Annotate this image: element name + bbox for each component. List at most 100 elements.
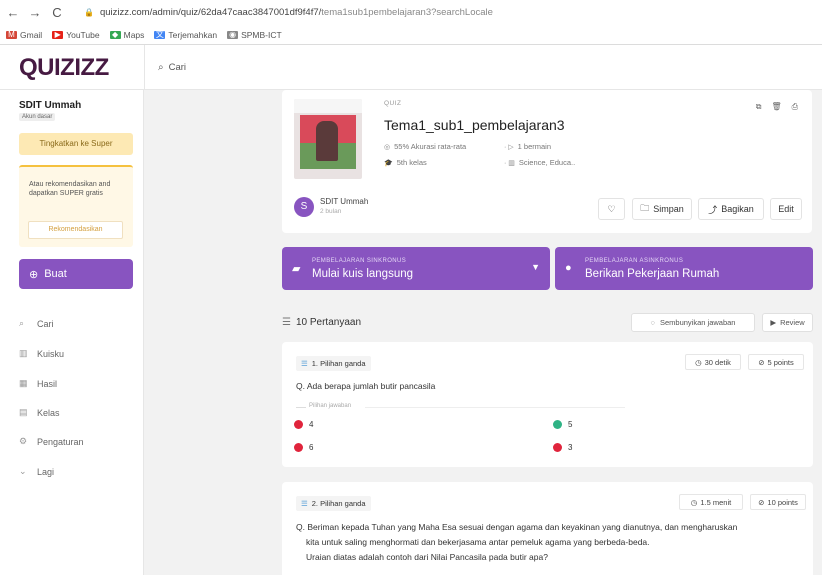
like-button[interactable]: ♡ [598,198,625,220]
forward-icon[interactable]: → [26,5,44,20]
review-button[interactable]: ▶ Review [762,313,813,332]
bookmark-maps[interactable]: ◆ Maps [109,30,144,40]
share-button[interactable]: ⤴ Bagikan [698,198,764,220]
bookmarks-bar: M Gmail ▶ YouTube ◆ Maps 文 Terjemahkan ◉… [0,25,822,45]
question-type-label: 1. Pilihan ganda [311,359,366,368]
points-chip: ⊘ 10 points [750,494,806,510]
answer-choices-label: Pilihan jawaban [309,403,352,409]
played-meta: · ▷ 1 bermain [504,142,551,151]
bookmark-label: Gmail [20,29,43,40]
search-icon: ⌕ [19,318,25,328]
book-icon: · ▥ [504,159,515,167]
clock-icon: ● [565,262,572,274]
answer-choice: 4 [294,420,313,429]
sidebar-item-reports[interactable]: ▦ Hasil [19,378,57,389]
trash-icon[interactable]: 🗑 [771,102,781,112]
browser-toolbar: ← → C 🔒 quizizz.com/admin/quiz/62da47caa… [0,0,822,25]
reload-icon[interactable]: C [48,5,66,20]
question-prefix: Q. [296,522,308,532]
sidebar-item-more[interactable]: ⌄ Lagi [19,466,54,477]
question-text: Q. Beriman kepada Tuhan yang Maha Esa se… [296,520,806,565]
sidebar-item-search[interactable]: ⌕ Cari [19,318,54,329]
recommend-text: Atau rekomendasikan and dapatkan SUPER g… [29,181,111,197]
time-chip: ◷ 30 detik [685,354,741,370]
accuracy-text: 55% Akurasi rata-rata [394,142,467,151]
grade-meta: 🎓 5th kelas [384,158,427,167]
bookmark-translate[interactable]: 文 Terjemahkan [154,30,217,40]
answer-text: 6 [309,443,314,452]
edit-button[interactable]: Edit [770,198,802,220]
question-card[interactable]: ☰ 1. Pilihan ganda ◷ 30 detik ⊘ 5 points… [282,342,813,467]
question-type: ☰ 2. Pilihan ganda [296,496,371,511]
print-icon[interactable]: ⎙ [792,102,798,112]
quiz-thumbnail[interactable] [294,99,362,179]
check-circle-icon: ⊘ [758,357,765,367]
folder-icon: 🗀 [640,203,650,213]
grade-text: 5th kelas [396,158,427,167]
target-icon: ◎ [384,143,391,151]
maps-icon: ◆ [109,30,121,39]
review-label: Review [780,318,805,327]
settings-icon: ⚙ [19,436,28,446]
back-icon[interactable]: ← [4,5,22,20]
copy-icon[interactable]: ⧉ [756,102,762,112]
thumb-figure [316,121,338,161]
bookmark-youtube[interactable]: ▶ YouTube [52,30,100,40]
bookmark-spmb[interactable]: ◉ SPMB-ICT [227,30,282,40]
sidebar-item-settings[interactable]: ⚙ Pengaturan [19,436,84,447]
share-icon: ⤴ [708,204,718,215]
graduation-cap-icon: 🎓 [384,159,393,167]
search-placeholder: Cari [168,62,187,73]
question-line: kita untuk saling menghormati dan bekerj… [306,537,650,547]
question-count-label: 10 Pertanyaan [295,317,362,328]
bookmark-label: SPMB-ICT [241,29,282,40]
main-content: QUIZ Tema1_sub1_pembelajaran3 ◎ 55% Akur… [145,90,822,575]
sidebar-item-classes[interactable]: ▤ Kelas [19,407,60,418]
chevron-down-icon[interactable]: ▼ [531,262,540,272]
upgrade-button[interactable]: Tingkatkan ke Super [19,133,133,155]
address-bar[interactable]: 🔒 quizizz.com/admin/quiz/62da47caac38470… [84,7,493,18]
check-circle-icon: ⊘ [758,497,765,507]
recommend-box: Atau rekomendasikan and dapatkan SUPER g… [19,165,133,247]
search-input[interactable]: ⌕ Cari [158,62,186,73]
async-sub-label: PEMBELAJARAN ASINKRONUS [585,258,684,264]
question-line: Uraian diatas adalah contoh dari Nilai P… [306,552,548,562]
clock-icon: ◷ [690,497,698,507]
save-label: Simpan [653,204,684,214]
app-header: QUIZIZZ ⌕ Cari [0,45,822,90]
hide-answers-button[interactable]: ◌ Sembunyikan jawaban [631,313,755,332]
search-icon: ⌕ [158,62,164,73]
thumb-band [294,99,362,113]
quizizz-logo[interactable]: QUIZIZZ [19,54,109,82]
incorrect-dot-icon [553,443,562,452]
sidebar-item-label: Hasil [37,378,58,389]
chevron-down-icon: ⌄ [19,466,27,476]
assign-homework-button[interactable]: ● PEMBELAJARAN ASINKRONUS Berikan Pekerj… [555,247,813,290]
subject-text: Science, Educa.. [518,158,576,167]
live-quiz-button[interactable]: ▰ PEMBELAJARAN SINKRONUS Mulai kuis lang… [282,247,550,290]
points-label: 5 points [767,357,794,367]
question-body: Beriman kepada Tuhan yang Maha Esa sesua… [307,522,738,532]
create-button[interactable]: ⊕ Buat [19,259,133,289]
quiz-info-card: QUIZ Tema1_sub1_pembelajaran3 ◎ 55% Akur… [282,90,812,233]
async-main-label: Berikan Pekerjaan Rumah [585,268,720,280]
create-label: Buat [44,268,67,280]
play-icon: ▶ [770,318,777,327]
save-button[interactable]: 🗀 Simpan [632,198,692,220]
account-type-badge: Akun dasar [19,113,56,121]
creator-name[interactable]: SDIT Ummah [320,197,368,206]
question-count: ☰ 10 Pertanyaan [282,317,361,328]
points-label: 10 points [767,497,798,507]
bookmark-gmail[interactable]: M Gmail [6,30,42,40]
correct-dot-icon [553,420,562,429]
question-card[interactable]: ☰ 2. Pilihan ganda ◷ 1.5 menit ⊘ 10 poin… [282,482,813,575]
clock-icon: ◷ [695,357,702,367]
sidebar-item-label: Kelas [37,407,60,418]
question-text: Q. Ada berapa jumlah butir pancasila [296,379,435,394]
eye-off-icon: ◌ [650,318,655,327]
classes-icon: ▤ [19,407,28,417]
hide-answers-label: Sembunyikan jawaban [660,318,736,327]
recommend-button[interactable]: Rekomendasikan [28,221,123,239]
sidebar-item-library[interactable]: ▥ Kuisku [19,348,64,359]
avatar: S [294,197,314,217]
